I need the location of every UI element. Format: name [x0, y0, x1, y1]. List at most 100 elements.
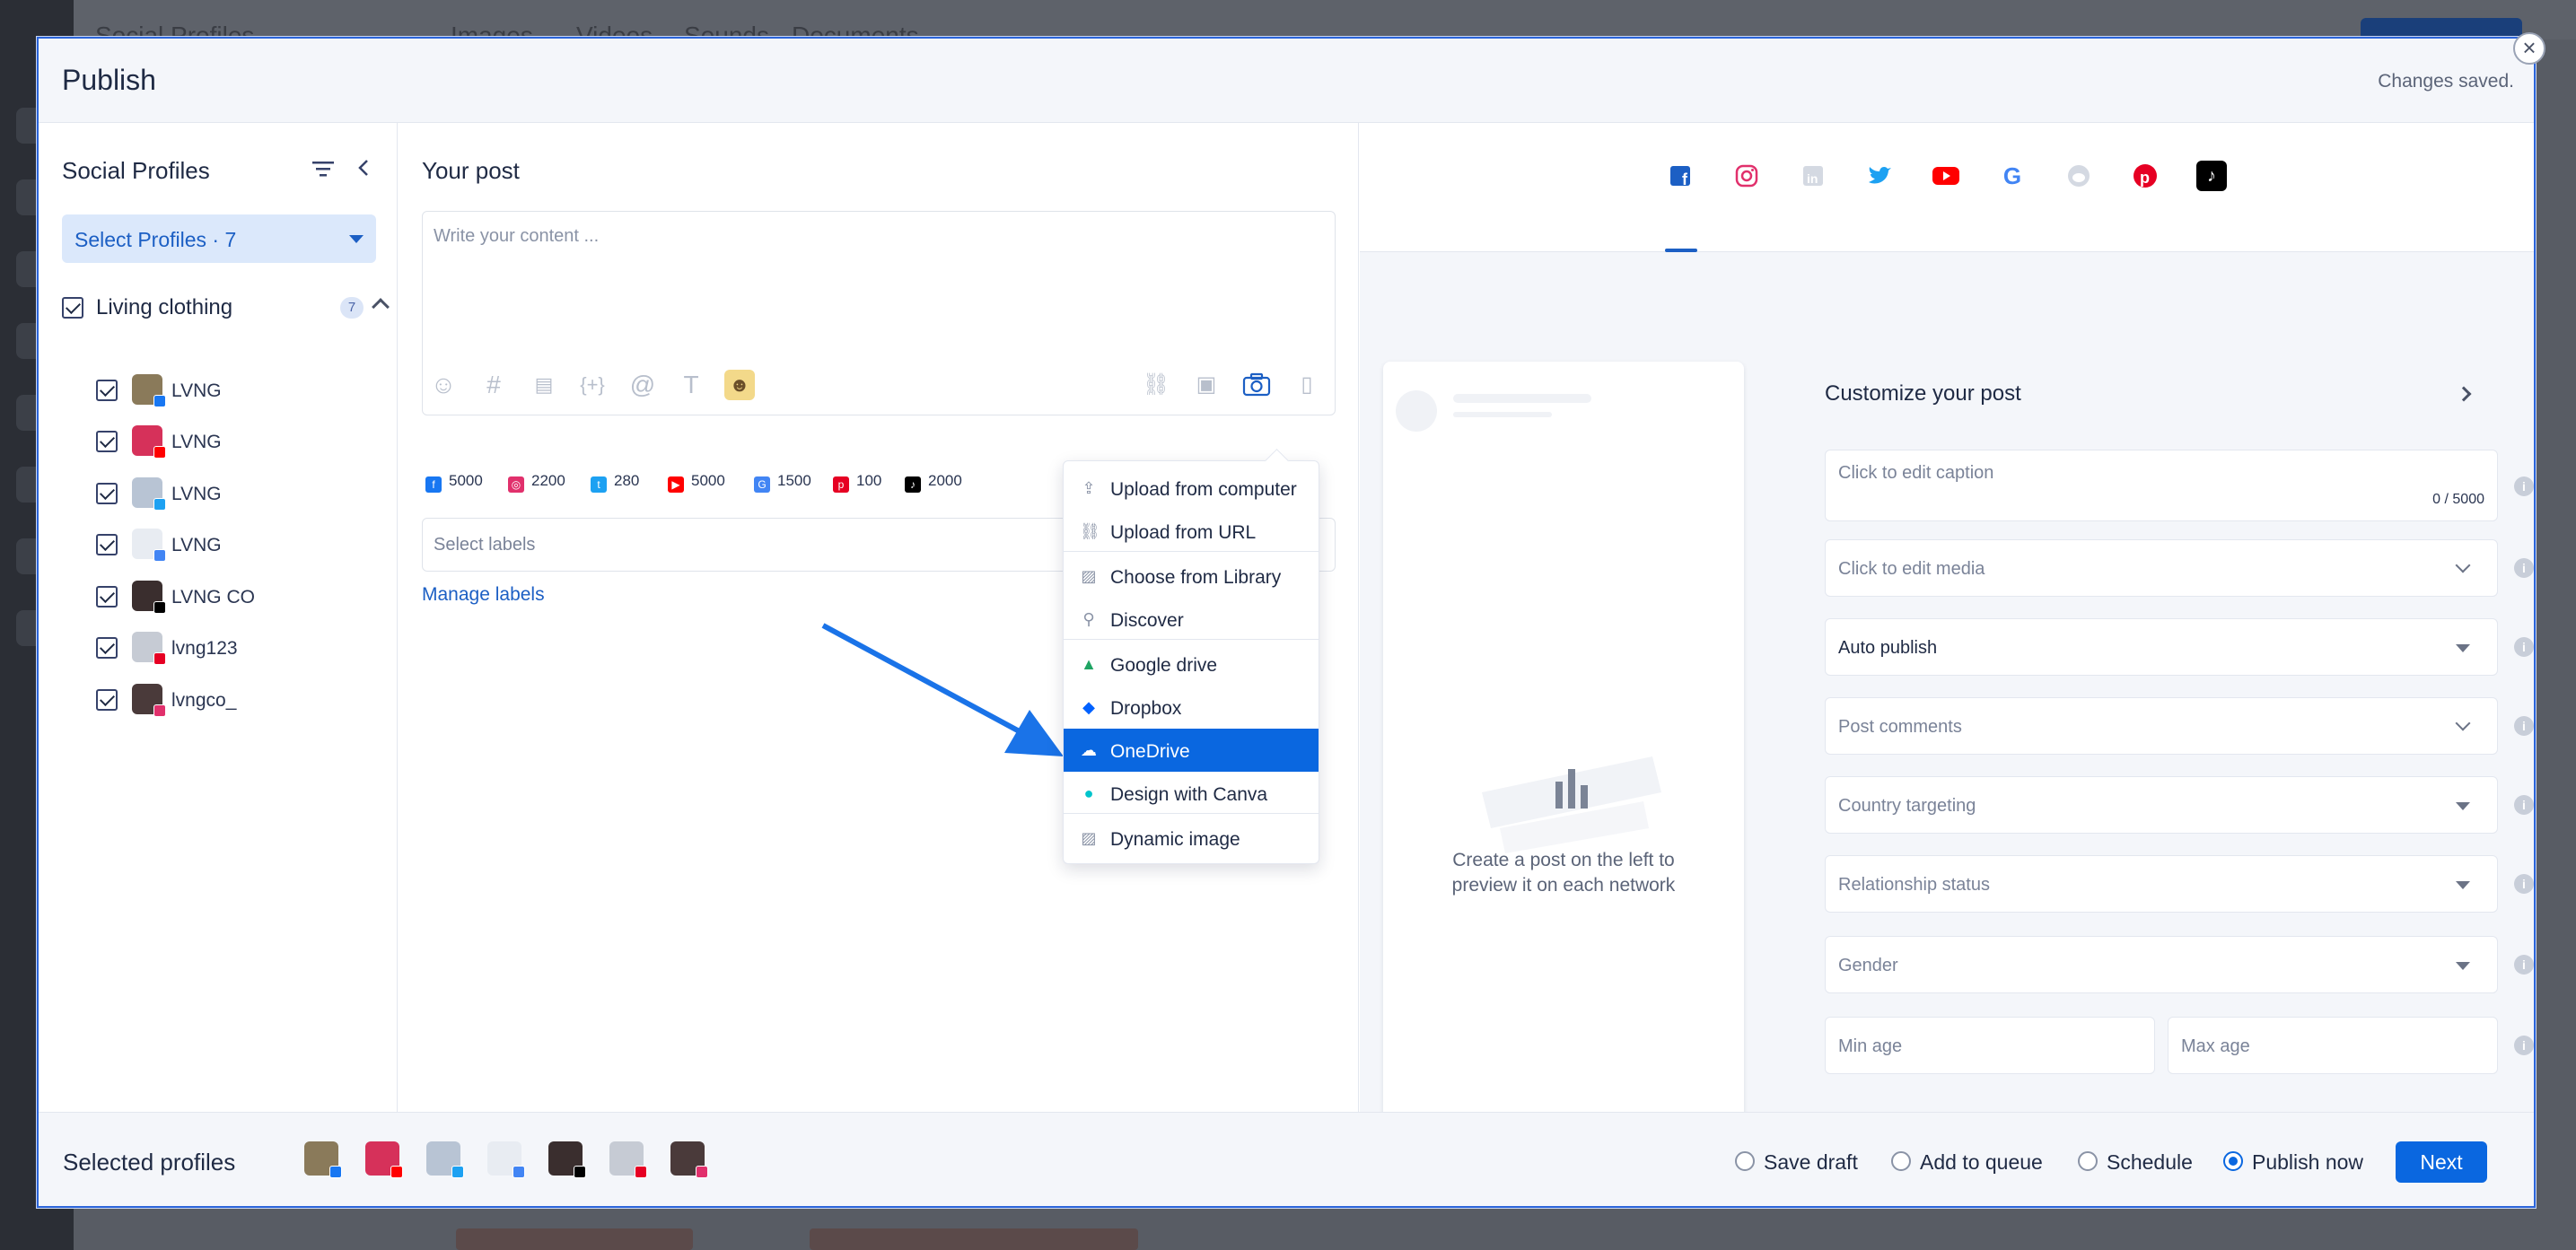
- save-draft-radio[interactable]: [1735, 1151, 1755, 1171]
- profile-checkbox[interactable]: [96, 483, 118, 504]
- min-age-input[interactable]: Min age: [1825, 1017, 2155, 1074]
- profile-checkbox[interactable]: [96, 431, 118, 452]
- skeleton-avatar: [1396, 390, 1437, 432]
- profile-item[interactable]: LVNG: [96, 476, 383, 511]
- profile-checkbox[interactable]: [96, 637, 118, 659]
- info-icon[interactable]: i: [2514, 874, 2534, 894]
- preview-panel: f in G p ♪ Create a post on the left to …: [1360, 123, 2534, 1206]
- post-preview-card: Create a post on the left to preview it …: [1383, 362, 1744, 1206]
- google-tab-icon[interactable]: G: [1997, 161, 2028, 191]
- profile-item[interactable]: lvngco_: [96, 682, 383, 718]
- publish-now-radio[interactable]: [2223, 1151, 2243, 1171]
- menu-item-label: Discover: [1110, 610, 1184, 631]
- selected-profile-avatar[interactable]: [670, 1141, 708, 1178]
- limit-value: 2200: [531, 472, 565, 489]
- menu-item-design-with-canva[interactable]: ● Design with Canva: [1064, 772, 1319, 815]
- manage-labels-link[interactable]: Manage labels: [422, 584, 545, 606]
- facebook-tab-icon[interactable]: f: [1665, 161, 1695, 191]
- profile-item[interactable]: LVNG: [96, 527, 383, 563]
- max-age-input[interactable]: Max age: [2168, 1017, 2498, 1074]
- text-format-icon[interactable]: T: [676, 370, 706, 400]
- profile-item[interactable]: lvng123: [96, 630, 383, 666]
- group-checkbox[interactable]: [62, 297, 83, 319]
- chart-placeholder-icon: [1482, 756, 1661, 853]
- menu-item-upload-from-computer[interactable]: ⇪ Upload from computer: [1064, 467, 1319, 510]
- collapse-panel-icon[interactable]: [355, 157, 372, 179]
- menu-item-onedrive[interactable]: ☁ OneDrive: [1064, 729, 1319, 772]
- google-icon: G: [754, 476, 770, 493]
- editor-placeholder: Write your content ...: [434, 226, 600, 246]
- menu-item-dropbox[interactable]: ◆ Dropbox: [1064, 686, 1319, 729]
- selected-profile-avatar[interactable]: [304, 1141, 342, 1178]
- select-profiles-dropdown[interactable]: Select Profiles · 7: [62, 214, 376, 263]
- gender-label: Gender: [1838, 956, 1898, 975]
- post-comments-field[interactable]: Post comments: [1825, 697, 2498, 755]
- selected-profile-avatar[interactable]: [426, 1141, 464, 1178]
- menu-item-google-drive[interactable]: ▲ Google drive: [1064, 642, 1319, 686]
- relationship-status-select[interactable]: Relationship status: [1825, 855, 2498, 913]
- link-icon[interactable]: ⛓: [1141, 370, 1171, 400]
- mention-icon[interactable]: @: [627, 370, 658, 400]
- profile-avatar: [132, 581, 166, 614]
- profile-checkbox[interactable]: [96, 380, 118, 401]
- info-icon[interactable]: i: [2514, 716, 2534, 736]
- youtube-tab-icon[interactable]: [1931, 161, 1961, 191]
- profile-name: LVNG: [171, 380, 222, 401]
- menu-item-choose-from-library[interactable]: ▨ Choose from Library: [1064, 555, 1319, 598]
- add-to-queue-radio[interactable]: [1891, 1151, 1911, 1171]
- info-icon[interactable]: i: [2514, 795, 2534, 815]
- skeleton-line: [1453, 394, 1591, 403]
- profile-item[interactable]: LVNG CO: [96, 579, 383, 615]
- auto-publish-select[interactable]: Auto publish: [1825, 618, 2498, 676]
- menu-item-discover[interactable]: ⚲ Discover: [1064, 598, 1319, 641]
- selected-profile-avatar[interactable]: [487, 1141, 525, 1178]
- next-button[interactable]: Next: [2396, 1141, 2487, 1183]
- profile-checkbox[interactable]: [96, 586, 118, 608]
- close-modal-button[interactable]: ×: [2513, 32, 2545, 65]
- instagram-tab-icon[interactable]: [1731, 161, 1762, 191]
- caption-field[interactable]: Click to edit caption 0 / 5000: [1825, 450, 2498, 521]
- limit-facebook: f 5000: [425, 468, 483, 494]
- filter-icon[interactable]: [311, 159, 335, 179]
- profile-group-living-clothing[interactable]: Living clothing 7: [62, 293, 390, 324]
- info-icon[interactable]: i: [2514, 1036, 2534, 1055]
- variable-icon[interactable]: {+}: [577, 370, 608, 400]
- gender-select[interactable]: Gender: [1825, 936, 2498, 993]
- profile-item[interactable]: LVNG: [96, 424, 383, 459]
- pinterest-tab-icon[interactable]: p: [2130, 161, 2160, 191]
- reddit-tab-icon[interactable]: [2063, 161, 2094, 191]
- media-field[interactable]: Click to edit media: [1825, 539, 2498, 597]
- tiktok-tab-icon[interactable]: ♪: [2196, 161, 2227, 191]
- info-icon[interactable]: i: [2514, 558, 2534, 578]
- schedule-radio[interactable]: [2078, 1151, 2098, 1171]
- info-icon[interactable]: i: [2514, 955, 2534, 975]
- camera-icon[interactable]: [1241, 370, 1272, 400]
- profile-item[interactable]: LVNG: [96, 372, 383, 408]
- country-targeting-select[interactable]: Country targeting: [1825, 776, 2498, 834]
- chevron-up-icon[interactable]: [372, 298, 390, 316]
- media-placeholder: Click to edit media: [1838, 559, 1985, 579]
- menu-item-upload-from-url[interactable]: ⛓ Upload from URL: [1064, 510, 1319, 553]
- document-icon[interactable]: ▯: [1292, 370, 1322, 400]
- template-icon[interactable]: ▤: [529, 370, 559, 400]
- hashtag-icon[interactable]: #: [478, 370, 509, 400]
- caption-placeholder: Click to edit caption: [1838, 463, 1994, 483]
- info-icon[interactable]: i: [2514, 637, 2534, 657]
- video-icon[interactable]: ▣: [1191, 370, 1222, 400]
- emoji-icon[interactable]: ☺: [428, 370, 459, 400]
- profile-name: lvng123: [171, 638, 238, 659]
- profile-checkbox[interactable]: [96, 689, 118, 711]
- selected-profile-avatar[interactable]: [548, 1141, 586, 1178]
- profile-name: LVNG CO: [171, 587, 255, 608]
- info-icon[interactable]: i: [2514, 476, 2534, 496]
- profile-checkbox[interactable]: [96, 534, 118, 555]
- selected-profile-avatar[interactable]: [365, 1141, 403, 1178]
- ai-assistant-icon[interactable]: ☻: [724, 370, 755, 400]
- selected-profile-avatar[interactable]: [609, 1141, 647, 1178]
- post-editor[interactable]: Write your content ... ☺ # ▤ {+} @ T ☻ ⛓…: [422, 211, 1336, 415]
- menu-item-dynamic-image[interactable]: ▨ Dynamic image: [1064, 817, 1319, 860]
- chevron-right-icon[interactable]: [2456, 386, 2472, 402]
- linkedin-tab-icon[interactable]: in: [1798, 161, 1828, 191]
- add-to-queue-label: Add to queue: [1920, 1150, 2043, 1174]
- twitter-tab-icon[interactable]: [1864, 161, 1895, 191]
